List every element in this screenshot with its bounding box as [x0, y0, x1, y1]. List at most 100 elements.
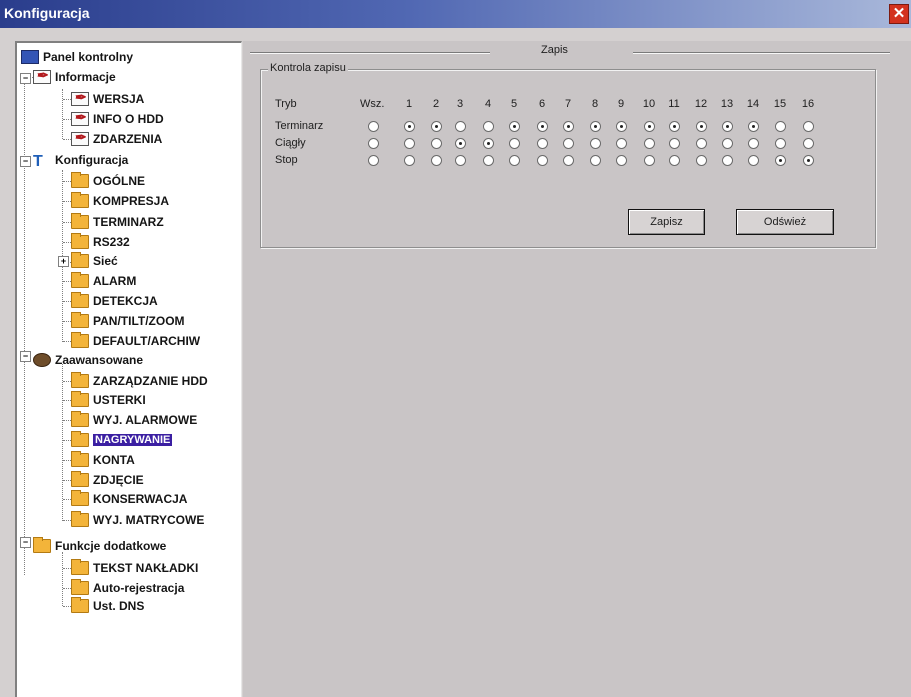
- radio-channel[interactable]: [563, 155, 574, 166]
- radio-channel[interactable]: [616, 155, 627, 166]
- radio-channel[interactable]: [563, 138, 574, 149]
- tree-item-default-archiw[interactable]: DEFAULT/ARCHIW: [71, 332, 200, 350]
- radio-channel[interactable]: [537, 138, 548, 149]
- radio-channel[interactable]: [455, 155, 466, 166]
- tree-item-zdarzenia[interactable]: ZDARZENIA: [71, 129, 162, 148]
- tree-item-info-o-hdd[interactable]: INFO O HDD: [71, 109, 164, 128]
- tree-item-siec[interactable]: Sieć: [71, 252, 118, 270]
- tree-item-konfiguracja[interactable]: T Konfiguracja: [33, 151, 128, 170]
- radio-channel[interactable]: [616, 121, 627, 132]
- tree-item-informacje[interactable]: Informacje: [33, 67, 116, 86]
- radio-channel[interactable]: [775, 121, 786, 132]
- tree-item-wersja[interactable]: WERSJA: [71, 89, 144, 108]
- radio-channel[interactable]: [644, 138, 655, 149]
- radio-channel[interactable]: [748, 138, 759, 149]
- section-header: Zapis: [541, 44, 568, 56]
- radio-all[interactable]: [368, 138, 379, 149]
- tree-item-nagrywanie[interactable]: NAGRYWANIE: [71, 431, 173, 449]
- tree-item-wyj-alarmowe[interactable]: WYJ. ALARMOWE: [71, 411, 197, 429]
- collapse-icon[interactable]: −: [20, 351, 31, 362]
- channel-header: 8: [591, 98, 599, 110]
- radio-channel[interactable]: [748, 155, 759, 166]
- tree-item-detekcja[interactable]: DETEKCJA: [71, 292, 158, 310]
- radio-channel[interactable]: [509, 121, 520, 132]
- tree-item-terminarz[interactable]: TERMINARZ: [71, 213, 164, 231]
- radio-channel[interactable]: [563, 121, 574, 132]
- tree-item-wyj-matrycowe[interactable]: WYJ. MATRYCOWE: [71, 511, 204, 529]
- collapse-icon[interactable]: −: [20, 537, 31, 548]
- radio-channel[interactable]: [590, 155, 601, 166]
- radio-channel[interactable]: [669, 138, 680, 149]
- folder-icon: [71, 312, 89, 328]
- radio-channel[interactable]: [696, 121, 707, 132]
- radio-all[interactable]: [368, 155, 379, 166]
- radio-channel[interactable]: [483, 138, 494, 149]
- channel-header: 9: [617, 98, 625, 110]
- tree-item-konta[interactable]: KONTA: [71, 451, 135, 469]
- save-button[interactable]: Zapisz: [628, 209, 705, 235]
- radio-channel[interactable]: [722, 121, 733, 132]
- radio-channel[interactable]: [644, 121, 655, 132]
- tree-item-zaawansowane[interactable]: Zaawansowane: [33, 351, 143, 369]
- radio-all[interactable]: [368, 121, 379, 132]
- radio-channel[interactable]: [669, 155, 680, 166]
- tree-item-zarzadzanie-hdd[interactable]: ZARZĄDZANIE HDD: [71, 372, 208, 390]
- radio-channel[interactable]: [509, 138, 520, 149]
- tree-item-kompresja[interactable]: KOMPRESJA: [71, 192, 169, 210]
- tree-item-funkcje-dodatkowe[interactable]: Funkcje dodatkowe: [33, 537, 166, 555]
- radio-channel[interactable]: [509, 155, 520, 166]
- radio-channel[interactable]: [404, 138, 415, 149]
- radio-channel[interactable]: [431, 121, 442, 132]
- radio-channel[interactable]: [616, 138, 627, 149]
- channel-header: 5: [510, 98, 518, 110]
- radio-channel[interactable]: [696, 155, 707, 166]
- radio-channel[interactable]: [803, 155, 814, 166]
- tree-item-ust-dns[interactable]: Ust. DNS: [71, 597, 144, 615]
- radio-channel[interactable]: [537, 121, 548, 132]
- radio-channel[interactable]: [644, 155, 655, 166]
- tree-item-konserwacja[interactable]: KONSERWACJA: [71, 490, 187, 508]
- radio-channel[interactable]: [590, 121, 601, 132]
- collapse-icon[interactable]: −: [20, 156, 31, 167]
- tree-root-panel-kontrolny[interactable]: Panel kontrolny: [21, 48, 133, 66]
- collapse-icon[interactable]: −: [20, 73, 31, 84]
- radio-channel[interactable]: [803, 121, 814, 132]
- radio-channel[interactable]: [775, 138, 786, 149]
- tree-item-alarm[interactable]: ALARM: [71, 272, 136, 290]
- folder-icon: [71, 511, 89, 527]
- folder-icon: [71, 471, 89, 487]
- radio-channel[interactable]: [431, 155, 442, 166]
- radio-channel[interactable]: [404, 155, 415, 166]
- refresh-button[interactable]: Odśwież: [736, 209, 834, 235]
- folder-icon: [33, 537, 51, 553]
- radio-channel[interactable]: [537, 155, 548, 166]
- tree-item-ogolne[interactable]: OGÓLNE: [71, 172, 145, 190]
- radio-channel[interactable]: [404, 121, 415, 132]
- radio-channel[interactable]: [722, 155, 733, 166]
- tree-item-pan-tilt-zoom[interactable]: PAN/TILT/ZOOM: [71, 312, 185, 330]
- radio-channel[interactable]: [590, 138, 601, 149]
- folder-icon: [71, 451, 89, 467]
- expand-icon[interactable]: +: [58, 256, 69, 267]
- radio-channel[interactable]: [455, 121, 466, 132]
- radio-channel[interactable]: [483, 155, 494, 166]
- document-icon: [71, 89, 89, 106]
- tree-item-tekst-nakladki[interactable]: TEKST NAKŁADKI: [71, 559, 198, 577]
- tree-item-zdjecie[interactable]: ZDJĘCIE: [71, 471, 144, 489]
- radio-channel[interactable]: [803, 138, 814, 149]
- tree-item-auto-rejestracja[interactable]: Auto-rejestracja: [71, 579, 184, 597]
- radio-channel[interactable]: [669, 121, 680, 132]
- close-icon[interactable]: ✕: [889, 4, 909, 24]
- radio-channel[interactable]: [748, 121, 759, 132]
- radio-channel[interactable]: [722, 138, 733, 149]
- radio-channel[interactable]: [455, 138, 466, 149]
- radio-channel[interactable]: [483, 121, 494, 132]
- tree-item-rs232[interactable]: RS232: [71, 233, 130, 251]
- window-title: Konfiguracja: [4, 5, 90, 21]
- radio-channel[interactable]: [431, 138, 442, 149]
- mode-label: Tryb: [275, 98, 297, 110]
- radio-channel[interactable]: [775, 155, 786, 166]
- tree-item-usterki[interactable]: USTERKI: [71, 391, 146, 409]
- channel-header: 13: [720, 98, 734, 110]
- radio-channel[interactable]: [696, 138, 707, 149]
